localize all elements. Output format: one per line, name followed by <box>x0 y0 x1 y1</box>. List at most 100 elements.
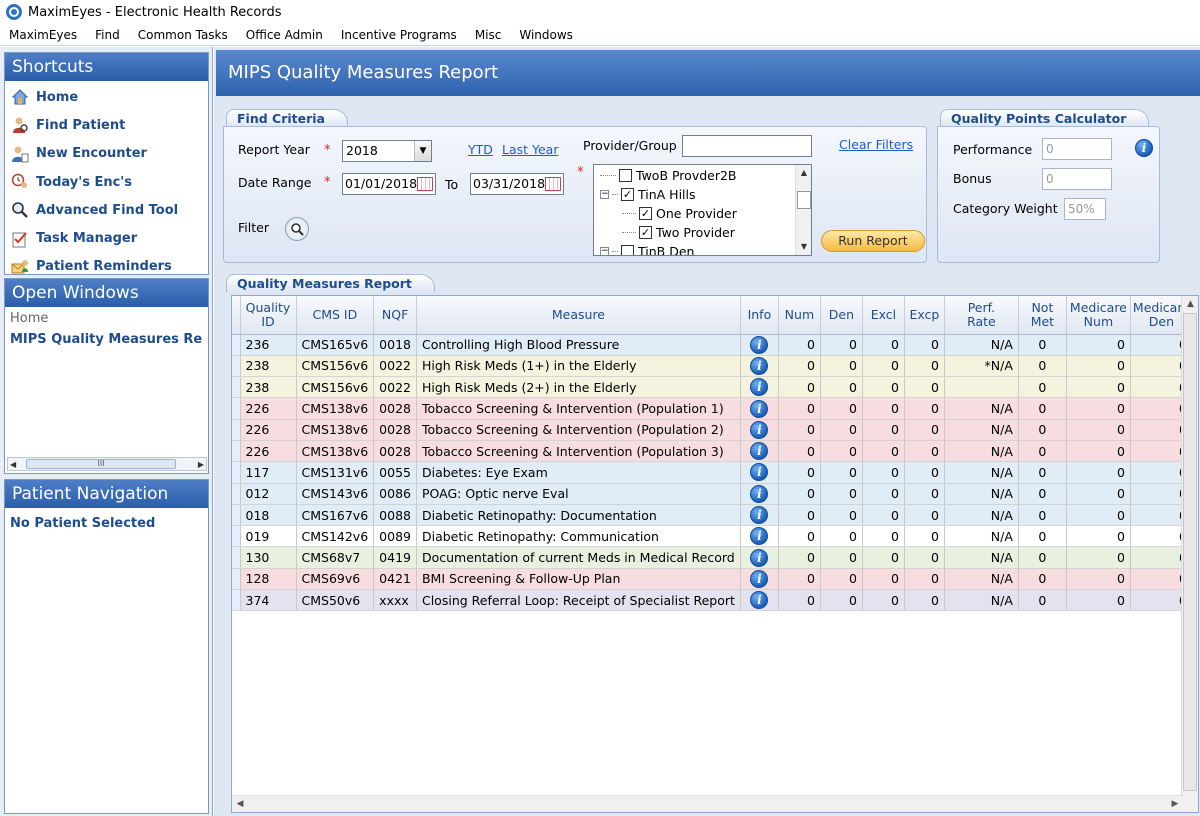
performance-field[interactable]: 0 <box>1042 138 1112 160</box>
date-from-field[interactable]: 01/01/2018 <box>342 173 436 195</box>
last-year-link[interactable]: Last Year <box>502 142 558 157</box>
checkbox-unchecked[interactable] <box>619 169 632 182</box>
shortcut-patient-reminders[interactable]: Patient Reminders <box>5 253 208 281</box>
table-row[interactable]: 226 CMS138v6 0028 Tobacco Screening & Inter… <box>232 419 1193 441</box>
run-report-button[interactable]: Run Report <box>821 230 925 252</box>
category-weight-field[interactable]: 50% <box>1064 198 1106 220</box>
table-row[interactable]: 012 CMS143v6 0086 POAG: Optic nerve Eval i 0 0… <box>232 483 1193 505</box>
info-icon[interactable]: i <box>750 420 769 439</box>
col-excp[interactable]: Excp <box>904 296 945 335</box>
tree-item-twob-provder2b[interactable]: TwoB Provder2B <box>600 166 737 185</box>
open-window-home[interactable]: Home <box>10 309 203 329</box>
table-row[interactable]: 128 CMS69v6 0421 BMI Screening & Follow-Up … <box>232 568 1193 591</box>
info-icon[interactable]: i <box>750 506 769 525</box>
scroll-right-icon[interactable]: ▶ <box>1167 796 1183 812</box>
ytd-link[interactable]: YTD <box>468 142 493 157</box>
calendar-icon[interactable] <box>417 177 433 191</box>
info-icon[interactable]: i <box>750 484 769 503</box>
col-medicare-num[interactable]: Medicare Num <box>1066 296 1131 335</box>
col-cms-id[interactable]: CMS ID <box>296 296 375 335</box>
scroll-right-icon[interactable]: ▶ <box>198 460 204 469</box>
tree-scrollbar[interactable]: ▲ ▼ <box>795 165 811 255</box>
scroll-up-icon[interactable]: ▲ <box>796 165 811 181</box>
bonus-field[interactable]: 0 <box>1042 168 1112 190</box>
tree-item-two-provider[interactable]: ✓ Two Provider <box>622 223 735 242</box>
table-row[interactable]: 018 CMS167v6 0088 Diabetic Retinopathy: Doc… <box>232 504 1193 527</box>
table-row[interactable]: 226 CMS138v6 0028 Tobacco Screening & Inter… <box>232 440 1193 463</box>
col-nqf[interactable]: NQF <box>373 296 417 335</box>
table-row[interactable]: 236 CMS165v6 0018 Controlling High Blood Pr… <box>232 334 1193 356</box>
table-row[interactable]: 238 CMS156v6 0022 High Risk Meds (2+) in th… <box>232 376 1193 399</box>
grid-vertical-scrollbar[interactable]: ▲ <box>1181 296 1198 812</box>
calendar-icon[interactable] <box>545 177 561 191</box>
menu-office-admin[interactable]: Office Admin <box>237 24 332 46</box>
col-excl[interactable]: Excl <box>862 296 905 335</box>
info-icon[interactable]: i <box>750 527 769 546</box>
col-den[interactable]: Den <box>820 296 863 335</box>
info-icon[interactable]: i <box>1135 139 1153 157</box>
menu-windows[interactable]: Windows <box>510 24 582 46</box>
table-row[interactable]: 238 CMS156v6 0022 High Risk Meds (1+) in th… <box>232 355 1193 378</box>
menu-maximeyes[interactable]: MaximEyes <box>0 24 86 46</box>
provider-tree[interactable]: TwoB Provder2B − ✓ TinA Hills ✓ One Prov… <box>593 164 812 256</box>
col-num[interactable]: Num <box>778 296 821 335</box>
collapse-icon[interactable]: − <box>600 190 609 199</box>
report-year-select[interactable]: 2018 ▼ <box>342 140 432 162</box>
table-row[interactable]: 019 CMS142v6 0089 Diabetic Retinopathy: Com… <box>232 525 1193 548</box>
shortcut-new-encounter[interactable]: New Encounter <box>5 140 208 168</box>
info-icon[interactable]: i <box>750 569 769 588</box>
checkbox-unchecked[interactable] <box>621 245 634 255</box>
scroll-thumb[interactable] <box>1183 313 1197 791</box>
checkbox-checked[interactable]: ✓ <box>639 226 652 239</box>
menu-common-tasks[interactable]: Common Tasks <box>129 24 237 46</box>
checkbox-checked[interactable]: ✓ <box>639 207 652 220</box>
menu-find[interactable]: Find <box>86 24 129 46</box>
col-info[interactable]: Info <box>740 296 779 335</box>
menu-misc[interactable]: Misc <box>466 24 511 46</box>
cell-cms-id: CMS138v6 <box>296 397 375 420</box>
col-not-met[interactable]: Not Met <box>1018 296 1067 335</box>
scroll-thumb[interactable] <box>797 191 811 209</box>
open-windows-scrollbar[interactable]: ◀ III ▶ <box>7 457 207 471</box>
info-icon[interactable]: i <box>750 399 769 418</box>
scroll-down-icon[interactable]: ▼ <box>796 239 811 255</box>
cell-perf-rate: N/A <box>944 419 1019 441</box>
tree-item-one-provider[interactable]: ✓ One Provider <box>622 204 737 223</box>
grid-horizontal-scrollbar[interactable]: ◀ ▶ <box>232 795 1183 812</box>
filter-button[interactable] <box>285 217 309 241</box>
scroll-left-icon[interactable]: ◀ <box>232 796 248 812</box>
shortcut-task-manager[interactable]: Task Manager <box>5 224 208 252</box>
col-measure[interactable]: Measure <box>416 296 741 335</box>
menu-incentive-programs[interactable]: Incentive Programs <box>332 24 466 46</box>
col-quality-id[interactable]: Quality ID <box>240 296 297 335</box>
scroll-up-icon[interactable]: ▲ <box>1182 296 1198 313</box>
info-icon[interactable]: i <box>750 591 769 610</box>
info-icon[interactable]: i <box>750 548 769 567</box>
info-icon[interactable]: i <box>750 356 769 375</box>
chevron-down-icon[interactable]: ▼ <box>414 141 431 161</box>
tree-item-tina-hills[interactable]: − ✓ TinA Hills <box>600 185 696 204</box>
collapse-icon[interactable]: − <box>600 247 609 255</box>
table-row[interactable]: 117 CMS131v6 0055 Diabetes: Eye Exam i 0 0 0 0 N/… <box>232 461 1193 484</box>
info-icon[interactable]: i <box>750 335 769 354</box>
table-row[interactable]: 374 CMS50v6 xxxx Closing Referral Loop: Rec… <box>232 589 1193 612</box>
info-icon[interactable]: i <box>750 463 769 482</box>
shortcut-find-patient[interactable]: Find Patient <box>5 111 208 139</box>
info-icon[interactable]: i <box>750 378 769 397</box>
scroll-left-icon[interactable]: ◀ <box>10 460 16 469</box>
clear-filters-link[interactable]: Clear Filters <box>839 137 913 152</box>
info-icon[interactable]: i <box>750 442 769 461</box>
date-to-field[interactable]: 03/31/2018 <box>470 173 564 195</box>
shortcut-home[interactable]: Home <box>5 83 208 111</box>
checkbox-checked[interactable]: ✓ <box>621 188 634 201</box>
table-row[interactable]: 130 CMS68v7 0419 Documentation of current M… <box>232 546 1193 569</box>
shortcut-todays-encs[interactable]: Today's Enc's <box>5 168 208 196</box>
open-window-mips-report[interactable]: MIPS Quality Measures Report <box>10 329 203 351</box>
provider-group-input[interactable] <box>682 135 812 157</box>
cell-excl: 0 <box>862 397 905 420</box>
table-row[interactable]: 226 CMS138v6 0028 Tobacco Screening & Inter… <box>232 397 1193 420</box>
shortcut-advanced-find-tool[interactable]: Advanced Find Tool <box>5 196 208 224</box>
col-perf-rate[interactable]: Perf. Rate <box>944 296 1019 335</box>
scroll-thumb[interactable]: III <box>26 459 176 469</box>
tree-item-tinb-den[interactable]: − TinB Den <box>600 242 694 255</box>
